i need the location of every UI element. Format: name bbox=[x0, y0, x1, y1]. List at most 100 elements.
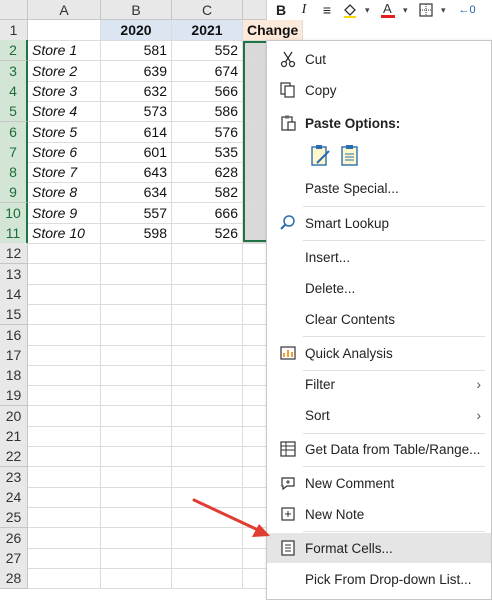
value-2021-cell[interactable]: 526 bbox=[172, 223, 243, 244]
empty-cell[interactable] bbox=[101, 263, 172, 285]
bold-button[interactable]: B bbox=[273, 1, 289, 19]
empty-cell[interactable] bbox=[28, 405, 101, 427]
header-cell-change[interactable]: Change bbox=[243, 20, 303, 41]
empty-cell[interactable] bbox=[172, 385, 243, 407]
paste-icon[interactable] bbox=[339, 143, 361, 170]
font-color-dropdown-icon[interactable]: ▾ bbox=[403, 5, 411, 16]
empty-cell[interactable] bbox=[172, 263, 243, 285]
row-header[interactable]: 25 bbox=[0, 507, 28, 529]
value-2021-cell[interactable]: 586 bbox=[172, 101, 243, 123]
empty-cell[interactable] bbox=[28, 243, 101, 265]
empty-cell[interactable] bbox=[28, 466, 101, 488]
menu-item-insert[interactable]: Insert... bbox=[267, 242, 491, 272]
menu-item-delete[interactable]: Delete... bbox=[267, 273, 491, 303]
empty-cell[interactable] bbox=[28, 324, 101, 346]
empty-cell[interactable] bbox=[243, 344, 267, 366]
empty-cell[interactable] bbox=[243, 283, 267, 305]
empty-cell[interactable] bbox=[243, 365, 267, 387]
empty-cell[interactable] bbox=[172, 324, 243, 346]
row-header[interactable]: 12 bbox=[0, 243, 28, 265]
menu-item-cut[interactable]: Cut bbox=[267, 44, 491, 74]
menu-item-smart-lookup[interactable]: Smart Lookup bbox=[267, 208, 491, 238]
empty-cell[interactable] bbox=[101, 486, 172, 508]
value-2021-cell[interactable]: 535 bbox=[172, 141, 243, 163]
empty-cell[interactable] bbox=[101, 243, 172, 265]
empty-cell[interactable] bbox=[243, 243, 267, 265]
empty-cell[interactable] bbox=[172, 365, 243, 387]
row-header[interactable]: 16 bbox=[0, 324, 28, 346]
row-header[interactable]: 15 bbox=[0, 304, 28, 326]
empty-cell[interactable] bbox=[172, 426, 243, 447]
value-2020-cell[interactable]: 643 bbox=[101, 162, 172, 184]
row-header[interactable]: 23 bbox=[0, 466, 28, 488]
borders-icon[interactable] bbox=[418, 1, 434, 19]
empty-cell[interactable] bbox=[243, 324, 267, 346]
header-cell-2020[interactable]: 2020 bbox=[101, 20, 172, 41]
menu-item-new-note[interactable]: New Note bbox=[267, 499, 491, 529]
store-name-cell[interactable]: Store 10 bbox=[28, 223, 101, 244]
row-header[interactable]: 17 bbox=[0, 344, 28, 366]
row-header[interactable]: 18 bbox=[0, 365, 28, 387]
store-name-cell[interactable]: Store 6 bbox=[28, 141, 101, 163]
empty-cell[interactable] bbox=[172, 446, 243, 468]
value-2021-cell[interactable]: 666 bbox=[172, 202, 243, 224]
value-2020-cell[interactable]: 614 bbox=[101, 121, 172, 143]
store-name-cell[interactable]: Store 9 bbox=[28, 202, 101, 224]
empty-cell[interactable] bbox=[243, 263, 267, 285]
empty-cell[interactable] bbox=[243, 405, 267, 427]
row-header[interactable]: 4 bbox=[0, 80, 28, 102]
empty-cell[interactable] bbox=[28, 568, 101, 590]
column-header-a[interactable]: A bbox=[28, 0, 101, 20]
row-header[interactable]: 5 bbox=[0, 101, 28, 123]
empty-cell[interactable] bbox=[172, 405, 243, 427]
value-2021-cell[interactable]: 674 bbox=[172, 60, 243, 82]
select-all-corner[interactable] bbox=[0, 0, 28, 20]
empty-cell[interactable] bbox=[243, 527, 267, 549]
empty-cell[interactable] bbox=[243, 486, 267, 508]
row-header[interactable]: 1 bbox=[0, 20, 28, 41]
row-header[interactable]: 8 bbox=[0, 162, 28, 184]
empty-cell[interactable] bbox=[172, 527, 243, 549]
header-cell-2021[interactable]: 2021 bbox=[172, 20, 243, 41]
empty-cell[interactable] bbox=[101, 507, 172, 529]
empty-cell[interactable] bbox=[243, 304, 267, 326]
menu-item-quick-analysis[interactable]: Quick Analysis bbox=[267, 338, 491, 368]
value-2020-cell[interactable]: 601 bbox=[101, 141, 172, 163]
fill-color-dropdown-icon[interactable]: ▾ bbox=[365, 5, 373, 16]
row-header[interactable]: 28 bbox=[0, 568, 28, 590]
empty-cell[interactable] bbox=[172, 466, 243, 488]
empty-cell[interactable] bbox=[28, 547, 101, 569]
value-2020-cell[interactable]: 598 bbox=[101, 223, 172, 244]
empty-cell[interactable] bbox=[172, 507, 243, 529]
empty-cell[interactable] bbox=[243, 547, 267, 569]
empty-cell[interactable] bbox=[101, 304, 172, 326]
paste-formatting-icon[interactable] bbox=[309, 143, 331, 170]
menu-item-format-cells[interactable]: Format Cells... bbox=[267, 533, 491, 563]
empty-cell[interactable] bbox=[243, 426, 267, 447]
cell-a1[interactable] bbox=[28, 20, 101, 41]
menu-item-sort[interactable]: Sort › bbox=[267, 400, 491, 430]
empty-cell[interactable] bbox=[101, 547, 172, 569]
borders-dropdown-icon[interactable]: ▾ bbox=[441, 5, 449, 16]
align-center-button[interactable]: ≡ bbox=[319, 1, 335, 19]
empty-cell[interactable] bbox=[101, 426, 172, 447]
empty-cell[interactable] bbox=[172, 568, 243, 590]
row-header[interactable]: 22 bbox=[0, 446, 28, 468]
empty-cell[interactable] bbox=[172, 344, 243, 366]
empty-cell[interactable] bbox=[28, 507, 101, 529]
menu-item-copy[interactable]: Copy bbox=[267, 75, 491, 105]
empty-cell[interactable] bbox=[28, 283, 101, 305]
value-2021-cell[interactable]: 552 bbox=[172, 40, 243, 62]
menu-item-new-comment[interactable]: New Comment bbox=[267, 468, 491, 498]
empty-cell[interactable] bbox=[101, 365, 172, 387]
row-header[interactable]: 24 bbox=[0, 486, 28, 508]
empty-cell[interactable] bbox=[172, 547, 243, 569]
row-header[interactable]: 10 bbox=[0, 202, 28, 224]
store-name-cell[interactable]: Store 5 bbox=[28, 121, 101, 143]
paint-bucket-icon[interactable] bbox=[342, 1, 358, 19]
row-header[interactable]: 11 bbox=[0, 223, 28, 244]
store-name-cell[interactable]: Store 7 bbox=[28, 162, 101, 184]
value-2020-cell[interactable]: 634 bbox=[101, 182, 172, 204]
empty-cell[interactable] bbox=[172, 283, 243, 305]
menu-item-get-data[interactable]: Get Data from Table/Range... bbox=[267, 434, 491, 464]
